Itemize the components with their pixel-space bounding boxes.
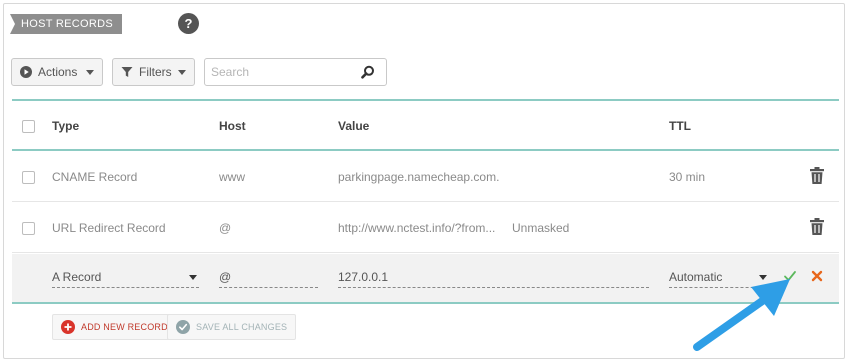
save-all-changes-label: SAVE ALL CHANGES [196,322,288,332]
chevron-down-icon [189,275,197,280]
column-header-value: Value [338,119,370,133]
row-checkbox[interactable] [22,171,35,184]
column-header-host: Host [219,119,246,133]
save-all-changes-button[interactable]: SAVE ALL CHANGES [167,314,297,340]
section-title-text: HOST RECORDS [21,18,114,30]
table-header: Type Host Value TTL [12,101,839,151]
table-row[interactable]: CNAME Record www parkingpage.namecheap.c… [12,152,839,202]
column-header-type: Type [52,119,80,133]
magnifier-icon[interactable] [361,65,375,79]
record-host: www [219,170,245,184]
row-checkbox[interactable] [22,222,35,235]
host-field[interactable]: @ [219,266,318,288]
record-type: URL Redirect Record [52,221,166,235]
tag-notch [10,14,15,34]
table-row[interactable]: URL Redirect Record @ http://www.nctest.… [12,203,839,253]
column-header-ttl: TTL [669,119,691,133]
actions-button-label: Actions [38,65,78,79]
trash-icon[interactable] [810,218,824,235]
record-type: CNAME Record [52,170,138,184]
value-field-value: 127.0.0.1 [338,270,389,284]
filters-button-label: Filters [139,65,172,79]
pointer-arrow-icon [693,279,790,351]
question-icon[interactable]: ? [178,13,199,34]
trash-icon[interactable] [810,167,824,184]
play-circle-icon [20,66,32,78]
check-circle-icon [176,320,190,334]
type-select-value: A Record [52,270,102,284]
value-field[interactable]: 127.0.0.1 [338,266,649,288]
actions-button[interactable]: Actions [11,58,103,86]
select-all-checkbox[interactable] [22,120,35,133]
redirect-mask-status: Unmasked [512,221,570,235]
host-field-value: @ [219,270,232,284]
type-select[interactable]: A Record [52,266,199,288]
add-new-record-button[interactable]: ADD NEW RECORD [52,314,177,340]
add-new-record-label: ADD NEW RECORD [81,322,168,332]
plus-circle-icon [61,320,75,334]
filters-button[interactable]: Filters [112,58,195,86]
chevron-down-icon [178,70,186,75]
record-host: @ [219,221,232,235]
record-value: parkingpage.namecheap.com. [338,170,500,184]
section-title: HOST RECORDS [10,14,123,34]
record-value: http://www.nctest.info/?from... [338,221,496,235]
x-icon[interactable] [810,269,824,283]
chevron-down-icon [86,70,94,75]
funnel-icon [121,67,133,77]
search-input[interactable] [211,64,356,80]
record-ttl: 30 min [669,170,706,184]
search-box [204,58,387,86]
records-table: Type Host Value TTL CNAME Record www par… [12,99,839,304]
